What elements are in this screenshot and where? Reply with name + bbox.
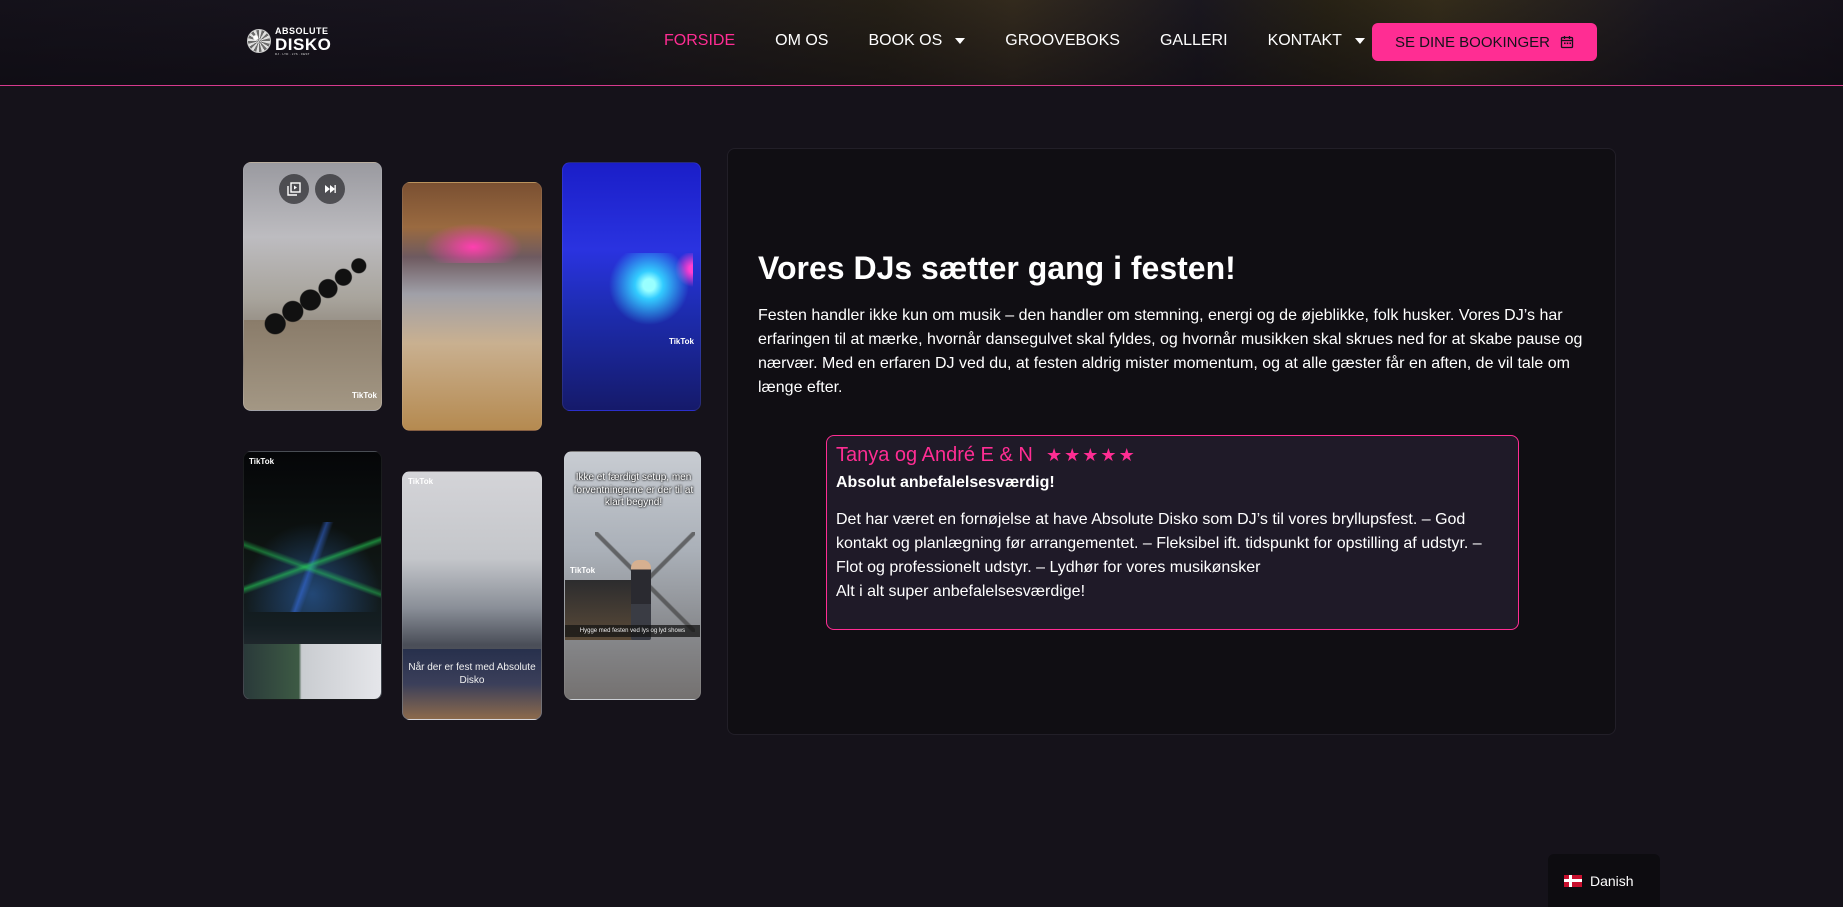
- nav-item-book-os[interactable]: BOOK OS: [868, 32, 966, 50]
- tiktok-badge: TikTok: [351, 391, 377, 400]
- video-tile-speakers[interactable]: TikTok: [243, 162, 382, 411]
- see-bookings-button[interactable]: SE DINE BOOKINGER: [1372, 23, 1597, 61]
- section-title: Vores DJs sætter gang i festen!: [758, 250, 1236, 286]
- review-closing: Alt i alt super anbefalelsesværdige!: [836, 583, 1086, 600]
- star-rating: ★ ★ ★ ★ ★: [1046, 444, 1135, 466]
- star-icon: ★: [1046, 445, 1063, 465]
- reviewer-name: Tanya og André E & N: [836, 444, 1033, 466]
- tile-image-screen: [244, 644, 381, 699]
- site-header: ABSOLUTE DISKO DJ · LYD · LYS · FEST FOR…: [0, 0, 1843, 86]
- language-label: Danish: [1590, 872, 1634, 889]
- star-icon: ★: [1064, 445, 1081, 465]
- nav-item-om-os[interactable]: OM OS: [775, 32, 828, 50]
- video-tile-party-room[interactable]: TikTok Når der er fest med Absolute Disk…: [402, 471, 542, 720]
- disco-ball-icon: [247, 29, 271, 53]
- logo-wordmark: ABSOLUTE DISKO DJ · LYD · LYS · FEST: [275, 25, 332, 56]
- tile-image-lights: [262, 243, 372, 338]
- video-tile-blue-stage[interactable]: TikTok: [562, 162, 701, 411]
- nav-item-grooveboks[interactable]: GROOVEBOKS: [1005, 32, 1120, 50]
- tiktok-badge: TikTok: [408, 477, 434, 486]
- star-icon: ★: [1082, 445, 1099, 465]
- nav-item-forside[interactable]: FORSIDE: [664, 32, 735, 50]
- site-logo[interactable]: ABSOLUTE DISKO DJ · LYD · LYS · FEST: [247, 26, 343, 56]
- nav-item-galleri[interactable]: GALLERI: [1160, 32, 1228, 50]
- video-tile-hall[interactable]: [402, 182, 542, 431]
- skip-next-icon[interactable]: [315, 174, 345, 204]
- denmark-flag-icon: [1564, 874, 1582, 887]
- tile-image-lasers: [244, 522, 381, 612]
- review-headline: Absolut anbefalelsesværdig!: [836, 474, 1055, 491]
- star-icon: ★: [1118, 445, 1135, 465]
- chevron-down-icon: [955, 38, 966, 44]
- tile-image-glow: [583, 253, 693, 333]
- nav-item-kontakt[interactable]: KONTAKT: [1268, 32, 1365, 50]
- tile-caption: Når der er fest med Absolute Disko: [408, 662, 536, 686]
- main-nav: FORSIDE OM OS BOOK OS GROOVEBOKS GALLERI…: [664, 29, 1405, 53]
- star-icon: ★: [1100, 445, 1117, 465]
- tiktok-badge: TikTok: [668, 337, 694, 346]
- tiktok-badge: TikTok: [249, 457, 275, 466]
- tile-image-glow: [423, 223, 523, 263]
- tiktok-badge: TikTok: [570, 566, 596, 575]
- chevron-down-icon: [1354, 38, 1365, 44]
- calendar-icon: [1560, 36, 1574, 49]
- review-body: Det har været en fornøjelse at have Abso…: [836, 511, 1482, 576]
- video-tile-setup[interactable]: Ikke et færdigt setup, men forventninger…: [564, 451, 701, 700]
- tile-caption: Ikke et færdigt setup, men forventninger…: [573, 472, 694, 508]
- section-body: Festen handler ikke kun om musik – den h…: [758, 307, 1583, 396]
- multiple-videos-icon[interactable]: [279, 174, 309, 204]
- tile-subtitle-strip: Hygge med festen ved lys og lyd shows: [565, 625, 700, 637]
- language-switcher[interactable]: Danish: [1548, 854, 1660, 907]
- video-tile-lasers[interactable]: TikTok: [243, 451, 382, 700]
- review-text: Det har været en fornøjelse at have Abso…: [836, 508, 1506, 604]
